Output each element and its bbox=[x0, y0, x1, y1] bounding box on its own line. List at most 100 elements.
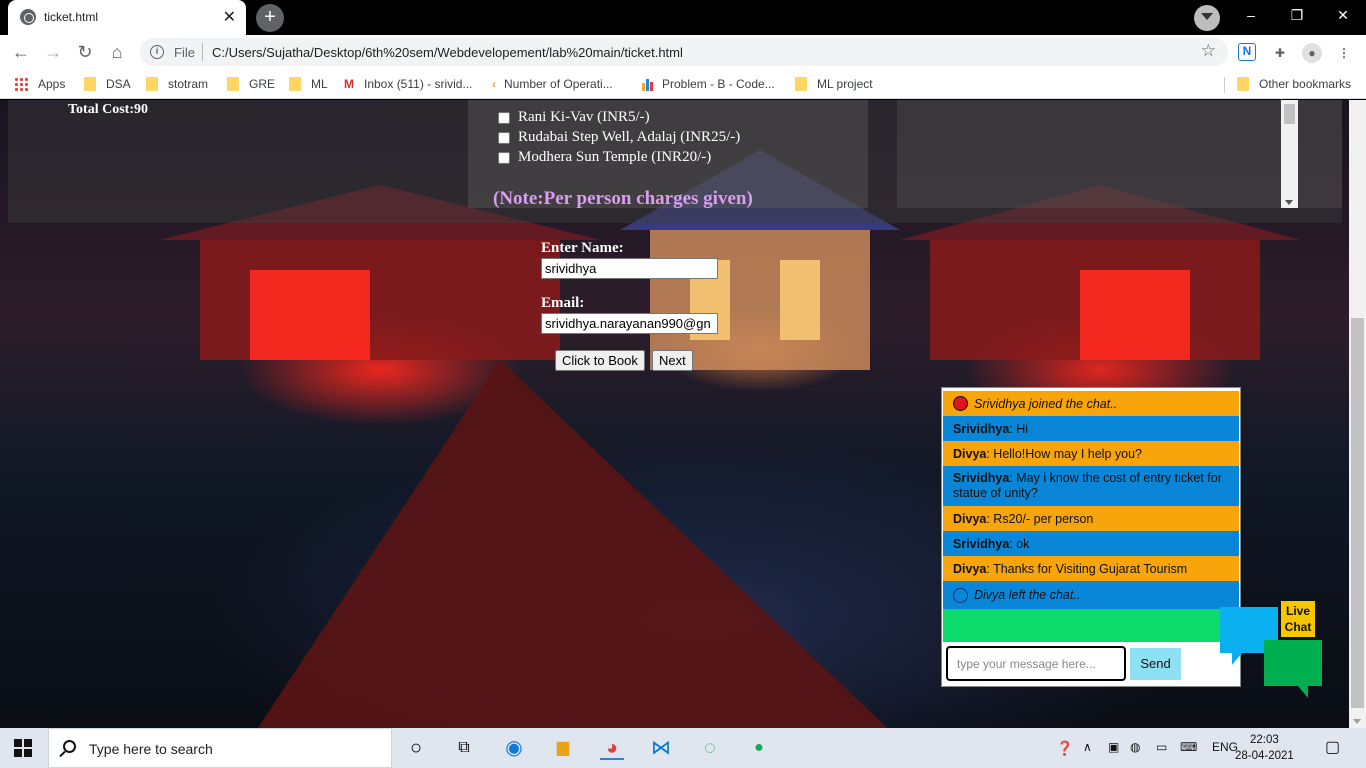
checkbox[interactable] bbox=[498, 151, 510, 164]
bookmark-gre[interactable]: GRE bbox=[227, 77, 275, 91]
name-label: Enter Name: bbox=[541, 240, 624, 256]
chat-bubble-icon[interactable] bbox=[1264, 640, 1322, 698]
close-window-button[interactable]: ✕ bbox=[1320, 0, 1366, 30]
chat-system-message: Divya left the chat.. bbox=[943, 581, 1239, 609]
next-button[interactable]: Next bbox=[652, 350, 693, 371]
chat-system-message: Srividhya joined the chat.. bbox=[943, 391, 1239, 416]
bookmarks-divider bbox=[1224, 77, 1225, 93]
red-dot-icon bbox=[953, 396, 968, 411]
app-ring-icon[interactable]: ◌ bbox=[698, 736, 722, 760]
windows-start-icon[interactable] bbox=[14, 739, 32, 757]
url-text[interactable]: C:/Users/Sujatha/Desktop/6th%20sem/Webde… bbox=[212, 45, 683, 60]
bookmark-dsa[interactable]: DSA bbox=[84, 77, 131, 91]
minimize-button[interactable]: – bbox=[1228, 0, 1274, 30]
clock[interactable]: 22:03 28-04-2021 bbox=[1235, 732, 1294, 764]
checkbox[interactable] bbox=[498, 131, 510, 144]
divider bbox=[202, 43, 203, 61]
tab-search-icon[interactable] bbox=[1194, 5, 1220, 31]
back-icon[interactable]: ← bbox=[8, 39, 34, 65]
chat-message: Divya: Thanks for Visiting Gujarat Touri… bbox=[943, 556, 1239, 581]
checkbox[interactable] bbox=[498, 111, 510, 124]
folder-icon bbox=[227, 77, 239, 91]
task-view-icon[interactable]: ⧉ bbox=[452, 736, 476, 760]
chat-message: Divya: Hello!How may I help you? bbox=[943, 441, 1239, 466]
chevron-up-icon[interactable]: ∧ bbox=[1083, 740, 1092, 754]
checkbox-modhera-sun-temple[interactable]: Modhera Sun Temple (INR20/-) bbox=[498, 149, 711, 166]
network-icon[interactable]: ▣ bbox=[1108, 740, 1119, 754]
apps-grid-icon bbox=[14, 77, 28, 91]
chat-message: Divya: Rs20/- per person bbox=[943, 506, 1239, 531]
folder-icon bbox=[84, 77, 96, 91]
extension-n-icon[interactable]: N bbox=[1238, 43, 1256, 61]
browser-tab[interactable]: ticket.html ✕ bbox=[8, 0, 246, 35]
puzzle-icon[interactable]: ✚ bbox=[1270, 43, 1290, 63]
globe-icon bbox=[20, 9, 36, 25]
close-tab-icon[interactable]: ✕ bbox=[223, 7, 236, 27]
vscode-icon[interactable]: ⋈ bbox=[649, 736, 673, 760]
scrollbar-thumb[interactable] bbox=[1351, 318, 1364, 708]
tab-title: ticket.html bbox=[44, 10, 99, 24]
right-box bbox=[897, 100, 1342, 208]
bookmark-apps[interactable]: Apps bbox=[14, 77, 65, 91]
chat-message-input[interactable]: type your message here... bbox=[946, 646, 1126, 681]
edge-icon[interactable]: ◉ bbox=[502, 736, 526, 760]
codeforces-icon bbox=[642, 77, 654, 91]
bookmark-inbox[interactable]: M Inbox (511) - srivid... bbox=[344, 77, 472, 91]
search-icon bbox=[63, 740, 76, 753]
folder-icon bbox=[795, 77, 807, 91]
windows-taskbar: Type here to search ○ ⧉ ◉ ▆ ◕ ⋈ ◌ ● ❓ ∧ … bbox=[0, 728, 1366, 768]
profile-avatar[interactable]: ● bbox=[1302, 43, 1322, 63]
notification-icon[interactable]: ▢ bbox=[1325, 737, 1340, 757]
bookmark-other[interactable]: Other bookmarks bbox=[1237, 77, 1351, 91]
chat-message: Srividhya: Hi bbox=[943, 416, 1239, 441]
charges-note: (Note:Per person charges given) bbox=[493, 188, 753, 209]
reload-icon[interactable]: ↻ bbox=[72, 39, 98, 65]
browser-toolbar: ← → ↻ ⌂ i File C:/Users/Sujatha/Desktop/… bbox=[0, 35, 1366, 69]
bookmarks-bar: Apps DSA stotram GRE ML M Inbox (511) - s… bbox=[0, 69, 1366, 99]
chrome-icon[interactable]: ◕ bbox=[600, 736, 624, 760]
folder-icon bbox=[146, 77, 158, 91]
chat-message: Srividhya: May i know the cost of entry … bbox=[943, 466, 1239, 506]
forward-icon[interactable]: → bbox=[40, 39, 66, 65]
bookmark-ml[interactable]: ML bbox=[289, 77, 328, 91]
bookmark-stotram[interactable]: stotram bbox=[146, 77, 208, 91]
checkbox-rani-ki-vav[interactable]: Rani Ki-Vav (INR5/-) bbox=[498, 109, 650, 126]
chat-status-bar bbox=[943, 609, 1239, 642]
email-input[interactable]: srividhya.narayanan990@gn bbox=[541, 313, 718, 334]
address-bar[interactable]: i File C:/Users/Sujatha/Desktop/6th%20se… bbox=[140, 38, 1228, 66]
battery-icon[interactable]: ▭ bbox=[1156, 740, 1167, 754]
help-icon[interactable]: ❓ bbox=[1056, 740, 1073, 757]
page-scrollbar[interactable] bbox=[1349, 100, 1366, 728]
home-icon[interactable]: ⌂ bbox=[104, 39, 130, 65]
leetcode-icon: ‹ bbox=[492, 77, 496, 91]
file-explorer-icon[interactable]: ▆ bbox=[551, 736, 575, 760]
gmail-icon: M bbox=[344, 77, 354, 91]
email-label: Email: bbox=[541, 295, 585, 311]
tab-strip: ticket.html ✕ + – ❐ ✕ bbox=[0, 0, 1366, 35]
name-input[interactable]: srividhya bbox=[541, 258, 718, 279]
menu-icon[interactable]: ⋮ bbox=[1334, 43, 1354, 63]
send-button[interactable]: Send bbox=[1130, 648, 1181, 680]
panel-scrollbar[interactable] bbox=[1281, 100, 1298, 208]
info-icon[interactable]: i bbox=[150, 45, 164, 59]
bookmark-codeforces[interactable]: Problem - B - Code... bbox=[642, 77, 775, 91]
click-to-book-button[interactable]: Click to Book bbox=[555, 350, 645, 371]
taskbar-search-box[interactable]: Type here to search bbox=[48, 728, 392, 768]
new-tab-button[interactable]: + bbox=[256, 4, 284, 32]
scroll-down-arrow-icon[interactable] bbox=[1353, 719, 1361, 724]
live-chat-button[interactable]: Live Chat bbox=[1279, 599, 1317, 639]
bookmark-ml-project[interactable]: ML project bbox=[795, 77, 873, 91]
volume-icon[interactable]: ◍ bbox=[1130, 740, 1140, 754]
url-scheme: File bbox=[174, 45, 195, 60]
checkbox-rudabai-step-well[interactable]: Rudabai Step Well, Adalaj (INR25/-) bbox=[498, 129, 740, 146]
mongodb-icon[interactable]: ● bbox=[747, 736, 771, 760]
scrollbar-thumb[interactable] bbox=[1284, 104, 1295, 124]
keyboard-icon[interactable]: ⌨ bbox=[1180, 740, 1197, 754]
total-cost-label: Total Cost:90 bbox=[68, 102, 148, 117]
chat-message: Srividhya: ok bbox=[943, 531, 1239, 556]
scroll-down-arrow-icon[interactable] bbox=[1285, 200, 1293, 205]
cortana-icon[interactable]: ○ bbox=[404, 736, 428, 760]
bookmark-leetcode[interactable]: ‹ Number of Operati... bbox=[492, 77, 613, 91]
bookmark-star-icon[interactable]: ☆ bbox=[1201, 41, 1216, 61]
maximize-button[interactable]: ❐ bbox=[1274, 0, 1320, 30]
